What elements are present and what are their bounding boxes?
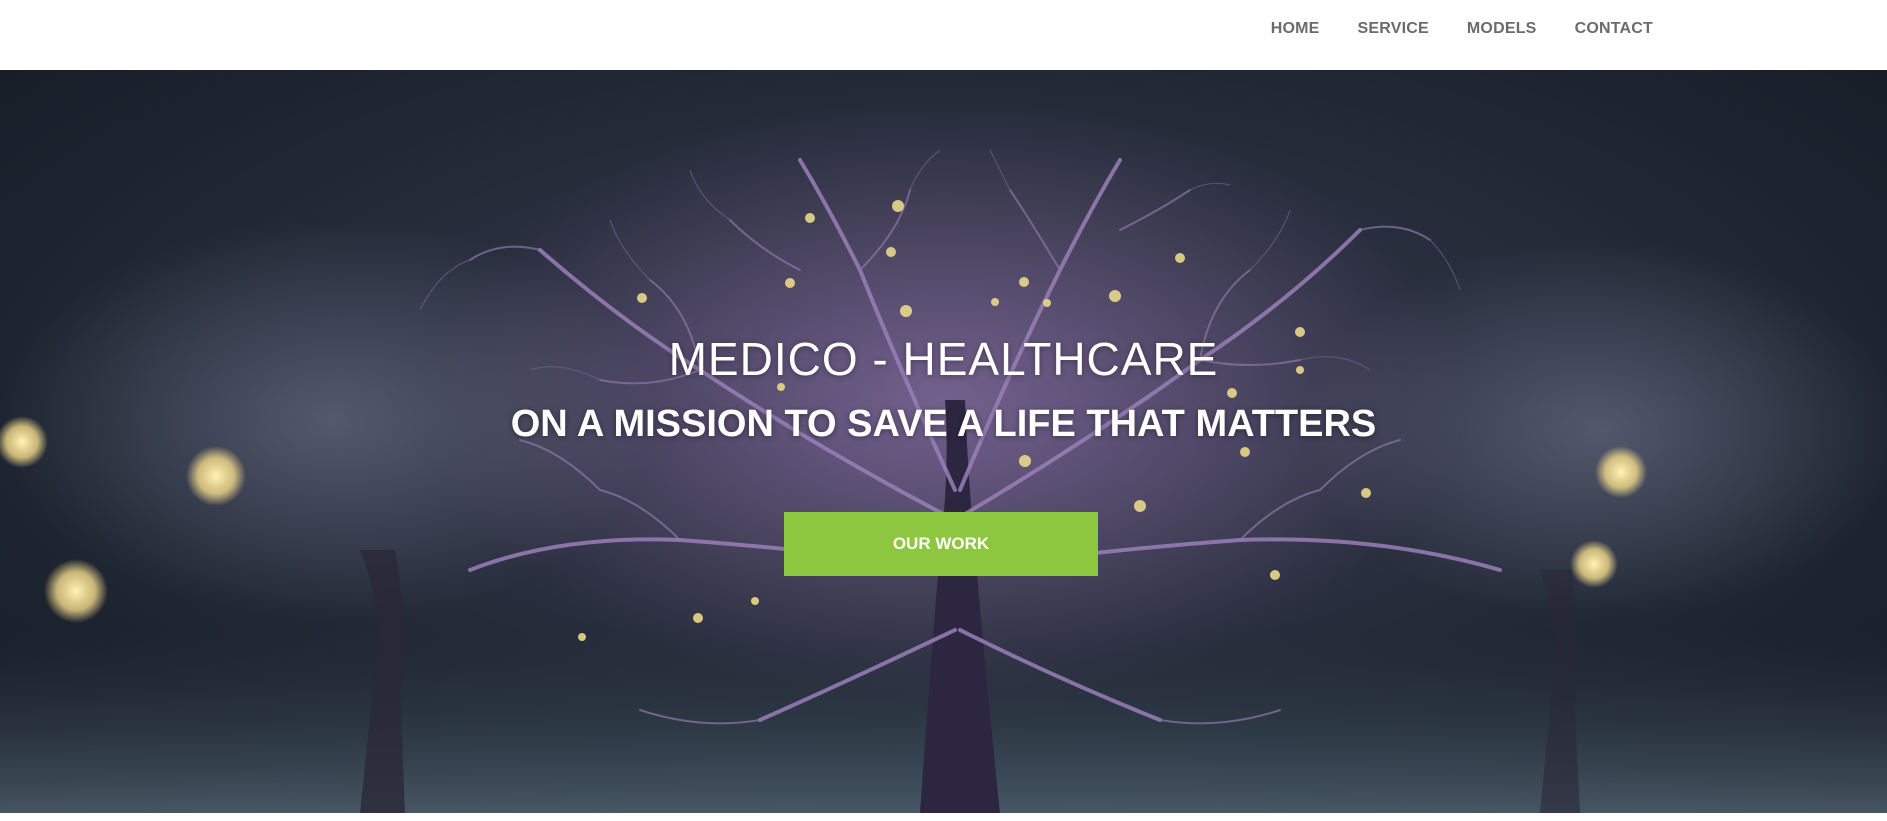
nav-item-models[interactable]: MODELS	[1467, 20, 1537, 38]
top-navbar: HOME SERVICE MODELS CONTACT	[0, 0, 1887, 70]
main-nav: HOME SERVICE MODELS CONTACT	[1271, 0, 1653, 58]
hero-title: MEDICO - HEALTHCARE	[668, 333, 1219, 385]
page-bottom-strip	[0, 813, 1887, 821]
nav-item-contact[interactable]: CONTACT	[1575, 20, 1653, 38]
our-work-button[interactable]: OUR WORK	[784, 512, 1098, 576]
hero-section: MEDICO - HEALTHCARE ON A MISSION TO SAVE…	[0, 70, 1887, 813]
nav-item-home[interactable]: HOME	[1271, 20, 1320, 38]
hero-subtitle: ON A MISSION TO SAVE A LIFE THAT MATTERS	[510, 403, 1377, 445]
nav-item-service[interactable]: SERVICE	[1358, 20, 1429, 38]
